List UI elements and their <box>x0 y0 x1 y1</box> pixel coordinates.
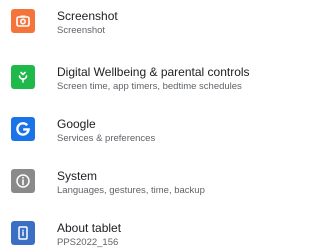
tablet-icon <box>11 221 35 245</box>
google-icon <box>11 117 35 141</box>
settings-item-subtitle: Screen time, app timers, bedtime schedul… <box>57 81 242 92</box>
settings-item-subtitle: PPS2022_156 <box>57 237 119 248</box>
wellbeing-icon <box>11 65 35 89</box>
settings-item-title: System <box>57 169 98 183</box>
settings-item-system[interactable]: System Languages, gestures, time, backup <box>0 156 250 202</box>
settings-item-subtitle: Languages, gestures, time, backup <box>57 185 205 196</box>
settings-item-digital-wellbeing[interactable]: Digital Wellbeing & parental controls Sc… <box>0 52 250 98</box>
screenshot-icon <box>11 9 35 33</box>
settings-item-google[interactable]: Google Services & preferences <box>0 104 250 150</box>
settings-item-subtitle: Services & preferences <box>57 133 156 144</box>
settings-item-about-tablet[interactable]: About tablet PPS2022_156 <box>0 208 250 249</box>
settings-item-title: About tablet <box>57 221 122 235</box>
settings-item-subtitle: Screenshot <box>57 25 106 36</box>
settings-item-screenshot[interactable]: Screenshot Screenshot <box>0 0 250 46</box>
settings-item-title: Google <box>57 117 96 131</box>
info-icon <box>11 169 35 193</box>
settings-item-title: Screenshot <box>57 9 118 23</box>
settings-list: Screenshot Screenshot Digital Wellbeing … <box>0 0 250 249</box>
settings-item-title: Digital Wellbeing & parental controls <box>57 65 250 79</box>
